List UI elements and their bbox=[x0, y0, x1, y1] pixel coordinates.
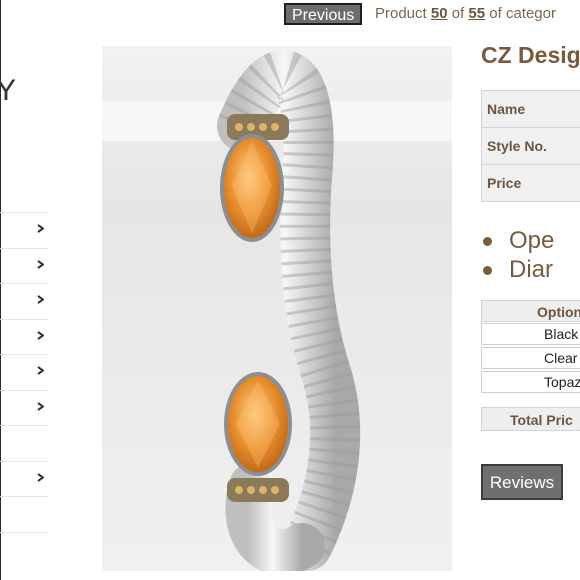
option-row[interactable]: Black bbox=[481, 323, 580, 345]
chevron-right-icon bbox=[37, 224, 44, 233]
brand-logo-text: Y bbox=[0, 74, 17, 107]
sidebar-category-item[interactable] bbox=[0, 389, 48, 426]
chevron-right-icon bbox=[37, 401, 44, 411]
pager-prefix: Product bbox=[375, 5, 427, 22]
sidebar-category-item[interactable] bbox=[0, 354, 48, 390]
chevron-right-icon bbox=[37, 472, 44, 482]
product-pager: Product 50 of 55 of categor bbox=[375, 5, 556, 22]
previous-button[interactable]: Previous bbox=[284, 3, 362, 25]
feature-list: Ope Diar bbox=[483, 226, 554, 284]
feature-item: Ope bbox=[481, 226, 554, 255]
sidebar-category-item[interactable] bbox=[0, 460, 48, 497]
pager-suffix: of categor bbox=[489, 5, 556, 22]
chevron-right-icon bbox=[37, 259, 44, 269]
bullet-icon bbox=[483, 266, 492, 275]
feature-text: Diar bbox=[509, 256, 554, 283]
spec-label: Style No. bbox=[481, 128, 580, 165]
pager-current-link[interactable]: 50 bbox=[431, 5, 448, 22]
total-price-label: Total Pric bbox=[481, 407, 580, 431]
options-header: Option bbox=[481, 300, 580, 322]
option-row[interactable]: Clear bbox=[481, 347, 580, 369]
pager-total-link[interactable]: 55 bbox=[468, 5, 485, 22]
product-image bbox=[102, 46, 452, 571]
chevron-right-icon bbox=[37, 295, 44, 304]
sidebar-category-item[interactable] bbox=[0, 496, 48, 532]
spec-label: Name bbox=[481, 91, 580, 128]
pager-of: of bbox=[451, 5, 465, 22]
reviews-button[interactable]: Reviews bbox=[481, 464, 563, 500]
product-title: CZ Desig bbox=[481, 42, 580, 68]
sidebar-category-item[interactable] bbox=[0, 531, 48, 568]
spec-label: Price bbox=[481, 165, 580, 202]
chevron-right-icon bbox=[37, 366, 44, 375]
feature-text: Ope bbox=[509, 227, 555, 254]
sidebar-category-item[interactable] bbox=[0, 247, 48, 284]
option-row[interactable]: Topaz bbox=[481, 371, 580, 393]
bullet-icon bbox=[483, 237, 492, 246]
sidebar-category-item[interactable] bbox=[0, 425, 48, 461]
category-menu bbox=[0, 212, 48, 567]
sidebar-category-item[interactable] bbox=[0, 318, 48, 355]
sidebar-category-item[interactable] bbox=[0, 283, 48, 319]
spec-table: Name Style No. Price bbox=[481, 90, 580, 202]
bracelet-illustration bbox=[102, 46, 452, 571]
chevron-right-icon bbox=[37, 330, 44, 340]
sidebar-category-item[interactable] bbox=[0, 212, 48, 248]
feature-item: Diar bbox=[481, 255, 554, 284]
